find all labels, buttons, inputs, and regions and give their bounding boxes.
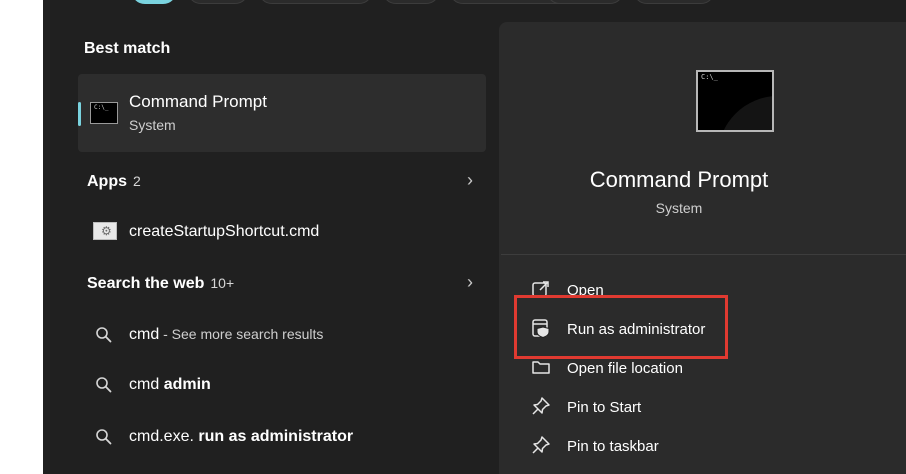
best-match-card[interactable]: C:\_ Command Prompt System bbox=[78, 74, 486, 152]
web-result-bold: run as administrator bbox=[198, 428, 354, 445]
search-icon bbox=[96, 377, 112, 393]
open-file-location-action[interactable]: Open file location bbox=[527, 357, 857, 381]
open-file-location-label: Open file location bbox=[567, 360, 683, 377]
web-result-suffix: - See more search results bbox=[159, 326, 324, 342]
pin-to-taskbar-label: Pin to taskbar bbox=[567, 438, 659, 455]
divider bbox=[501, 254, 906, 255]
search-icon bbox=[96, 327, 112, 343]
folder-icon bbox=[532, 361, 550, 374]
web-result-query: cmd.exe. bbox=[129, 428, 199, 445]
apps-count: 2 bbox=[133, 173, 141, 189]
search-panel: Best match C:\_ Command Prompt System Ap… bbox=[43, 0, 906, 474]
detail-pane: C:\_ Command Prompt System Open Run as a… bbox=[499, 22, 906, 474]
pin-icon bbox=[532, 397, 550, 415]
cmd-file-icon: ⚙ bbox=[93, 222, 117, 240]
web-result-item[interactable]: cmd - See more search results bbox=[129, 326, 323, 344]
web-result-item[interactable]: cmd admin bbox=[129, 376, 211, 394]
apps-heading-label: Apps bbox=[87, 173, 127, 190]
pin-to-taskbar-action[interactable]: Pin to taskbar bbox=[527, 435, 857, 459]
selection-accent-bar bbox=[78, 102, 81, 126]
filter-pill[interactable] bbox=[633, 0, 715, 4]
best-match-subtitle: System bbox=[129, 117, 176, 133]
apps-heading[interactable]: Apps 2 bbox=[87, 173, 141, 191]
web-heading[interactable]: Search the web 10+ bbox=[87, 275, 234, 293]
detail-title: Command Prompt bbox=[589, 167, 769, 192]
cmd-window-icon: C:\_ bbox=[90, 102, 118, 124]
filter-pill[interactable] bbox=[258, 0, 373, 4]
pin-icon bbox=[532, 436, 550, 454]
web-heading-label: Search the web bbox=[87, 275, 205, 292]
chevron-right-icon[interactable]: › bbox=[467, 272, 473, 293]
search-icon bbox=[96, 429, 112, 445]
highlight-box bbox=[514, 295, 728, 359]
web-count: 10+ bbox=[210, 275, 235, 291]
filter-pill[interactable] bbox=[546, 0, 624, 4]
cmd-window-icon: C:\_ bbox=[696, 70, 774, 132]
pin-to-start-action[interactable]: Pin to Start bbox=[527, 396, 857, 420]
web-result-item[interactable]: cmd.exe. run as administrator bbox=[129, 428, 353, 446]
best-match-title: Command Prompt bbox=[129, 92, 267, 111]
detail-subtitle: System bbox=[655, 200, 703, 216]
pin-to-start-label: Pin to Start bbox=[567, 399, 642, 416]
best-match-heading: Best match bbox=[84, 40, 171, 57]
filter-pill[interactable] bbox=[382, 0, 440, 4]
web-result-query: cmd bbox=[129, 326, 160, 343]
web-result-query: cmd bbox=[129, 376, 160, 393]
filter-pill[interactable] bbox=[187, 0, 249, 4]
filter-pill-all[interactable] bbox=[131, 0, 177, 4]
app-result-item[interactable]: createStartupShortcut.cmd bbox=[129, 223, 319, 241]
web-result-bold: admin bbox=[163, 376, 211, 393]
icon-gradient bbox=[718, 96, 772, 130]
